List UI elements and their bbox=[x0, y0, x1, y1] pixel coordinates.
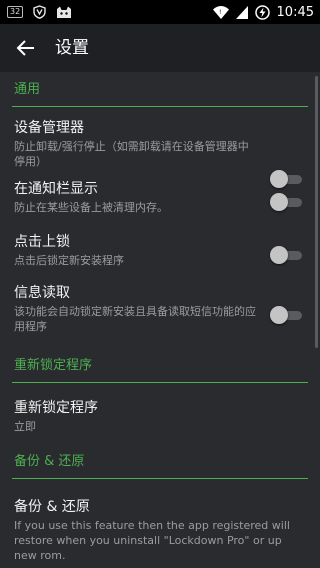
notification-toggle[interactable] bbox=[270, 192, 304, 212]
pref-click-lock-title: 点击上锁 bbox=[14, 234, 70, 250]
pref-notification[interactable]: 在通知栏显示 防止在某些设备上被清理内存。 bbox=[0, 171, 320, 224]
pref-backup-summary: If you use this feature then the app reg… bbox=[14, 519, 290, 562]
clock: 10:45 bbox=[276, 4, 314, 20]
pref-notification-title: 在通知栏显示 bbox=[14, 181, 98, 197]
pref-sms-title: 信息读取 bbox=[14, 285, 70, 301]
back-arrow-icon[interactable] bbox=[14, 36, 38, 60]
pref-relock-title: 重新锁定程序 bbox=[14, 400, 98, 416]
pref-backup-title: 备份 & 还原 bbox=[14, 499, 90, 515]
toggle-thumb bbox=[270, 246, 288, 264]
pref-backup[interactable]: 备份 & 还原 If you use this feature then the… bbox=[0, 479, 320, 568]
category-general: 通用 bbox=[0, 72, 320, 107]
page-title: 设置 bbox=[55, 38, 89, 58]
pref-relock-summary: 立即 bbox=[14, 420, 36, 433]
pref-device-admin[interactable]: 设备管理器 防止卸载/强行停止（如需卸载请在设备管理器中停用） bbox=[0, 107, 320, 188]
category-backup-label: 备份 & 还原 bbox=[14, 454, 85, 469]
pref-notification-summary: 防止在某些设备上被清理内存。 bbox=[14, 201, 168, 214]
pref-click-lock-summary: 点击后锁定新安装程序 bbox=[14, 254, 124, 267]
toggle-thumb bbox=[270, 193, 288, 211]
app-bar: 设置 bbox=[0, 24, 320, 72]
pref-relock[interactable]: 重新锁定程序 立即 bbox=[0, 383, 320, 444]
pref-sms[interactable]: 信息读取 该功能会自动锁定新安装且具备读取短信功能的应用程序 bbox=[0, 278, 320, 348]
shield-icon bbox=[33, 5, 46, 19]
click-lock-toggle[interactable] bbox=[270, 245, 304, 265]
status-bar: 32 ! 10:45 bbox=[0, 0, 320, 24]
category-general-label: 通用 bbox=[14, 82, 41, 97]
svg-text:!: ! bbox=[219, 9, 221, 16]
scrollbar[interactable] bbox=[315, 76, 318, 348]
category-relock-label: 重新锁定程序 bbox=[14, 358, 93, 373]
status-bar-system: ! 10:45 bbox=[212, 4, 314, 20]
wifi-icon: ! bbox=[212, 5, 229, 19]
toggle-thumb bbox=[270, 306, 288, 324]
pref-device-admin-title: 设备管理器 bbox=[14, 120, 84, 136]
category-relock: 重新锁定程序 bbox=[0, 348, 320, 383]
sms-toggle[interactable] bbox=[270, 305, 304, 325]
notification-count-badge: 32 bbox=[7, 6, 24, 18]
pref-device-admin-summary: 防止卸载/强行停止（如需卸载请在设备管理器中停用） bbox=[14, 140, 249, 168]
category-backup: 备份 & 还原 bbox=[0, 444, 320, 479]
pref-click-lock[interactable]: 点击上锁 点击后锁定新安装程序 bbox=[0, 224, 320, 278]
battery-charging-icon bbox=[254, 4, 270, 20]
status-bar-notifications: 32 bbox=[7, 4, 72, 20]
cat-icon bbox=[57, 6, 72, 18]
signal-icon bbox=[235, 5, 248, 19]
pref-sms-summary: 该功能会自动锁定新安装且具备读取短信功能的应用程序 bbox=[14, 305, 256, 333]
settings-list: 通用 设备管理器 防止卸载/强行停止（如需卸载请在设备管理器中停用） 在通知栏显… bbox=[0, 72, 320, 568]
